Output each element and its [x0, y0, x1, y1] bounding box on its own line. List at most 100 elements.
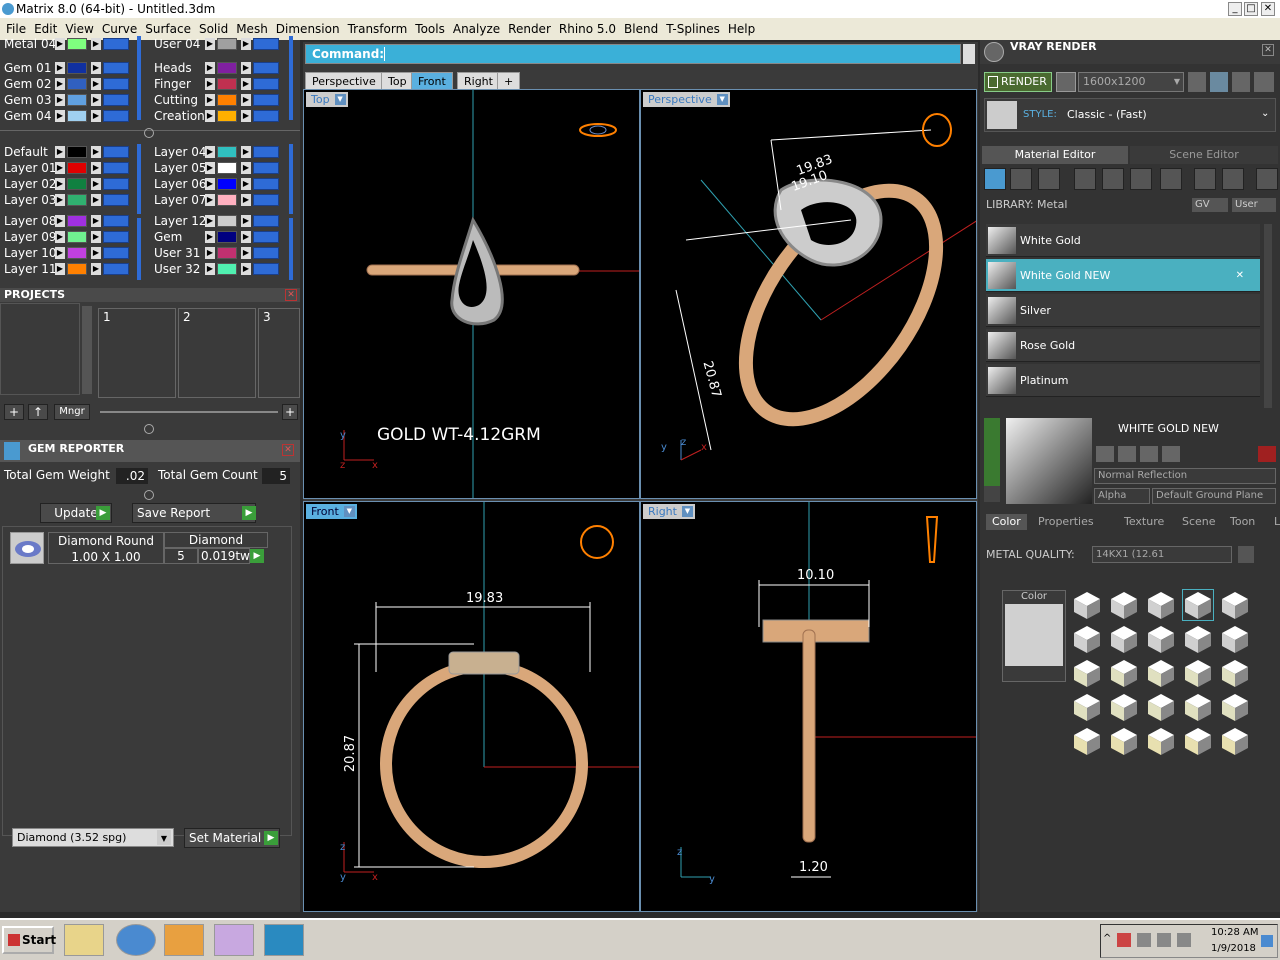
alpha-toggle[interactable]: Alpha — [1094, 488, 1150, 504]
tab-properties[interactable]: Properties — [1038, 514, 1094, 530]
expand-arrow-icon[interactable]: ▶ — [55, 162, 65, 174]
tab-right[interactable]: Right — [457, 72, 500, 90]
material-swatch[interactable] — [1072, 590, 1102, 620]
expand-arrow-icon[interactable]: ▶ — [241, 247, 251, 259]
layer-row[interactable]: Gem 02 ▶ ▶ — [0, 76, 145, 92]
layer-color-swatch[interactable] — [217, 94, 237, 106]
add-project-button[interactable]: + — [4, 404, 24, 420]
material-list-scrollbar[interactable] — [1264, 224, 1272, 408]
material-swatch[interactable] — [1072, 692, 1102, 722]
layer-color-swatch[interactable] — [67, 231, 87, 243]
layer-color-swatch[interactable] — [67, 263, 87, 275]
tab-scene-editor[interactable]: Scene Editor — [1130, 146, 1278, 164]
material-swatch[interactable] — [1183, 692, 1213, 722]
layer-color-swatch[interactable] — [67, 247, 87, 259]
project-slot-2[interactable]: 2 — [178, 308, 256, 398]
show-desktop-icon[interactable] — [1261, 935, 1273, 947]
project-slot-3[interactable]: 3 — [258, 308, 300, 398]
material-select[interactable]: Diamond (3.52 spg) ▼ — [12, 828, 174, 847]
tab-front[interactable]: Front — [411, 72, 453, 90]
material-swatch[interactable] — [1072, 658, 1102, 688]
network-icon[interactable] — [1157, 933, 1171, 947]
layer-row[interactable]: Cutting ▶ ▶ — [150, 92, 295, 108]
layer-row[interactable]: Layer 01 ▶ ▶ — [0, 160, 145, 176]
start-button[interactable]: Start — [2, 926, 56, 954]
media-player-taskbar-icon[interactable] — [164, 924, 204, 956]
expand-arrow-icon[interactable]: ▶ — [55, 110, 65, 122]
menu-rhino-5-0[interactable]: Rhino 5.0 — [555, 22, 620, 36]
expand-arrow-icon[interactable]: ▶ — [241, 78, 251, 90]
material-swatch[interactable] — [1146, 624, 1176, 654]
layer-color-swatch[interactable] — [217, 162, 237, 174]
viewport-perspective[interactable]: Perspective ▼ y z x 19.83 19.10 20.87 — [640, 89, 977, 499]
ie-taskbar-icon[interactable] — [116, 924, 156, 956]
menu-transform[interactable]: Transform — [344, 22, 412, 36]
layer-row[interactable]: Heads ▶ ▶ — [150, 60, 295, 76]
layer-row[interactable]: Gem ▶ ▶ — [150, 229, 295, 245]
material-swatch[interactable] — [1220, 692, 1250, 722]
material-swatch[interactable] — [1146, 658, 1176, 688]
expand-arrow-icon[interactable]: ▶ — [205, 247, 215, 259]
expand-arrow-icon[interactable]: ▶ — [55, 62, 65, 74]
layer-row[interactable]: Layer 08 ▶ ▶ — [0, 213, 145, 229]
material-swatch[interactable] — [1146, 726, 1176, 756]
save-material-icon[interactable] — [1096, 446, 1114, 462]
layer-visibility-toggle[interactable] — [253, 146, 279, 158]
texture-tool-icon[interactable] — [1102, 168, 1124, 190]
chevron-up-icon[interactable]: ^ — [1103, 933, 1111, 944]
layer-visibility-toggle[interactable] — [103, 231, 129, 243]
expand-arrow-icon[interactable]: ▶ — [205, 94, 215, 106]
collapse-handle-icon[interactable] — [144, 128, 154, 138]
collapse-handle-icon[interactable] — [144, 490, 154, 500]
env-tool-icon[interactable] — [1194, 168, 1216, 190]
expand-arrow-icon[interactable]: ▶ — [55, 194, 65, 206]
add-slot-button[interactable]: + — [282, 404, 298, 420]
material-swatch[interactable] — [1220, 726, 1250, 756]
layer-row[interactable]: Layer 11 ▶ ▶ — [0, 261, 145, 277]
gem-reporter-close-icon[interactable]: ✕ — [282, 444, 294, 456]
tab-toon[interactable]: Toon — [1230, 514, 1255, 530]
menu-surface[interactable]: Surface — [141, 22, 195, 36]
refresh-icon[interactable] — [1258, 446, 1276, 462]
frame-buffer-icon[interactable] — [1210, 72, 1228, 92]
layer-visibility-toggle[interactable] — [253, 78, 279, 90]
expand-arrow-icon[interactable]: ▶ — [241, 194, 251, 206]
layer-row[interactable]: User 32 ▶ ▶ — [150, 261, 295, 277]
render-button[interactable]: RENDER — [984, 72, 1052, 92]
material-swatch[interactable] — [1109, 726, 1139, 756]
layer-color-swatch[interactable] — [217, 231, 237, 243]
layer-visibility-toggle[interactable] — [103, 146, 129, 158]
expand-arrow-icon[interactable]: ▶ — [241, 215, 251, 227]
expand-arrow-icon[interactable]: ▶ — [205, 38, 215, 50]
material-swatch[interactable] — [1072, 624, 1102, 654]
menu-dimension[interactable]: Dimension — [272, 22, 344, 36]
menu-blend[interactable]: Blend — [620, 22, 662, 36]
list-icon[interactable] — [1232, 72, 1250, 92]
expand-arrow-icon[interactable]: ▶ — [55, 78, 65, 90]
material-item[interactable]: Silver — [986, 294, 1260, 327]
project-slot-1[interactable]: 1 — [98, 308, 176, 398]
layer-visibility-toggle[interactable] — [103, 38, 129, 50]
expand-arrow-icon[interactable]: ▶ — [241, 62, 251, 74]
material-swatch[interactable] — [1183, 658, 1213, 688]
grid-icon[interactable] — [1254, 72, 1274, 92]
layer-visibility-toggle[interactable] — [253, 38, 279, 50]
layer-visibility-toggle[interactable] — [103, 162, 129, 174]
layer-color-swatch[interactable] — [217, 247, 237, 259]
layer-row[interactable]: Layer 06 ▶ ▶ — [150, 176, 295, 192]
layer-visibility-toggle[interactable] — [103, 94, 129, 106]
menu-solid[interactable]: Solid — [195, 22, 232, 36]
expand-arrow-icon[interactable]: ▶ — [55, 146, 65, 158]
layer-visibility-toggle[interactable] — [253, 178, 279, 190]
expand-arrow-icon[interactable]: ▶ — [205, 78, 215, 90]
menu-edit[interactable]: Edit — [30, 22, 61, 36]
tab-top[interactable]: Top — [381, 72, 414, 90]
expand-arrow-icon[interactable]: ▶ — [91, 38, 101, 50]
sphere-tool-icon[interactable] — [1038, 168, 1060, 190]
gem-material[interactable]: Diamond — [164, 532, 268, 548]
project-slider[interactable] — [100, 411, 278, 413]
set-material-arrow-icon[interactable]: ▶ — [264, 831, 278, 845]
material-swatch[interactable] — [1146, 590, 1176, 620]
expand-arrow-icon[interactable]: ▶ — [205, 231, 215, 243]
layer-visibility-toggle[interactable] — [103, 263, 129, 275]
